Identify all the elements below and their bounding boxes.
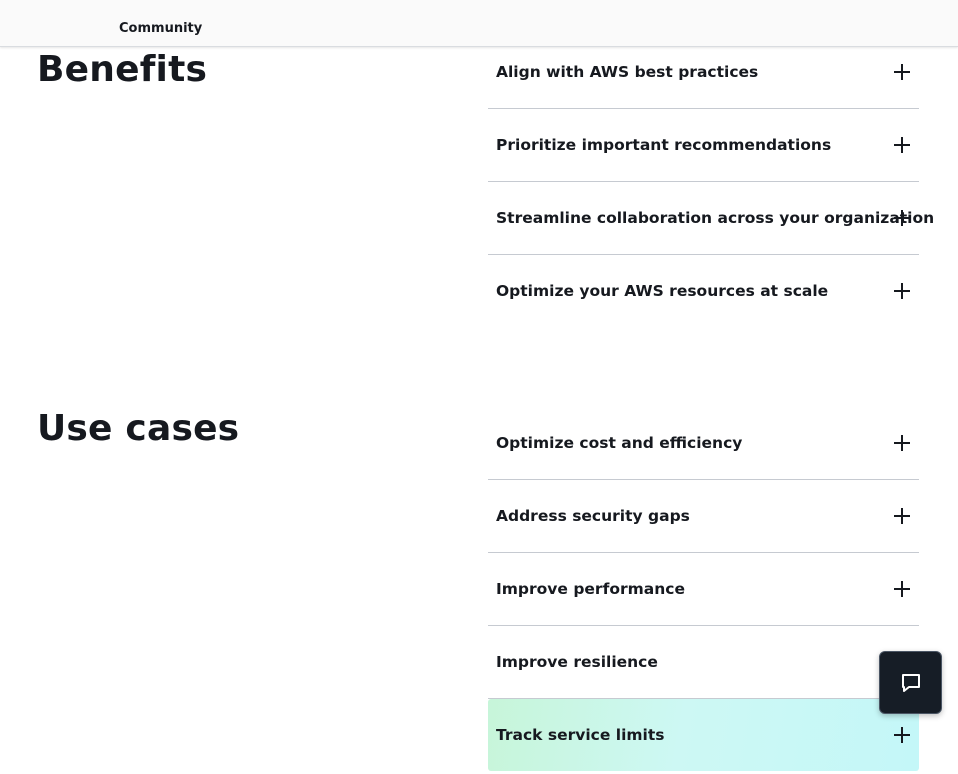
benefit-item-optimize-scale[interactable]: Optimize your AWS resources at scale	[488, 255, 919, 327]
plus-icon[interactable]	[894, 435, 910, 451]
accordion-item-label: Improve performance	[496, 580, 685, 598]
plus-icon[interactable]	[894, 508, 910, 524]
accordion-item-label: Prioritize important recommendations	[496, 136, 832, 154]
accordion-item-label: Optimize cost and efficiency	[496, 434, 743, 452]
benefit-item-prioritize[interactable]: Prioritize important recommendations	[488, 109, 919, 182]
plus-icon[interactable]	[894, 64, 910, 80]
benefits-accordion: Align with AWS best practices Prioritize…	[488, 36, 934, 327]
benefits-section-title: Benefits	[37, 49, 208, 90]
use-cases-section-title: Use cases	[37, 408, 240, 449]
plus-icon[interactable]	[894, 137, 910, 153]
plus-icon[interactable]	[894, 581, 910, 597]
accordion-item-label: Streamline collaboration across your org…	[496, 209, 935, 227]
benefit-item-collaboration[interactable]: Streamline collaboration across your org…	[488, 182, 934, 255]
plus-icon[interactable]	[894, 210, 910, 226]
nav-link-community[interactable]: Community	[119, 21, 202, 36]
use-cases-accordion: Optimize cost and efficiency Address sec…	[488, 407, 919, 771]
accordion-item-label: Align with AWS best practices	[496, 63, 759, 81]
accordion-item-label: Address security gaps	[496, 507, 690, 525]
use-case-item-security[interactable]: Address security gaps	[488, 480, 919, 553]
use-case-item-performance[interactable]: Improve performance	[488, 553, 919, 626]
use-case-item-cost[interactable]: Optimize cost and efficiency	[488, 407, 919, 480]
chat-button[interactable]	[879, 651, 942, 714]
use-case-item-resilience[interactable]: Improve resilience	[488, 626, 919, 699]
chat-bubble-icon	[902, 674, 920, 692]
accordion-item-label: Optimize your AWS resources at scale	[496, 282, 829, 300]
plus-icon[interactable]	[894, 283, 910, 299]
accordion-item-label: Improve resilience	[496, 653, 658, 671]
use-case-item-service-limits[interactable]: Track service limits	[488, 699, 919, 771]
plus-icon[interactable]	[894, 727, 910, 743]
accordion-item-label: Track service limits	[496, 726, 665, 744]
top-nav-bar: Community	[0, 0, 958, 47]
